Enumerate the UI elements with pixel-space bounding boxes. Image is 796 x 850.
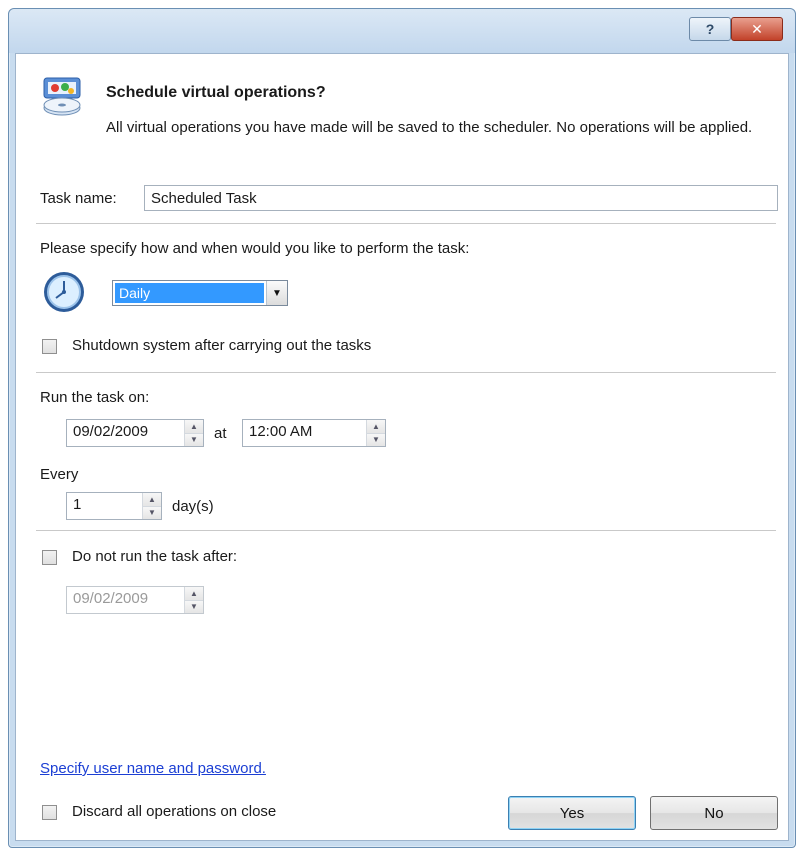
- spin-down-icon: ▼: [185, 599, 203, 613]
- specify-credentials-link[interactable]: Specify user name and password.: [40, 760, 266, 777]
- no-button[interactable]: No: [650, 796, 778, 830]
- shutdown-checkbox[interactable]: [42, 339, 57, 354]
- run-time-spin-buttons[interactable]: ▲ ▼: [366, 420, 385, 446]
- separator: [36, 530, 776, 532]
- do-not-run-after-checkbox[interactable]: [42, 550, 57, 565]
- end-date-value: 09/02/2009: [73, 590, 149, 607]
- yes-button[interactable]: Yes: [508, 796, 636, 830]
- spin-up-icon[interactable]: ▲: [367, 420, 385, 433]
- end-date-spin-buttons: ▲ ▼: [184, 587, 203, 613]
- days-unit-label: day(s): [172, 498, 214, 515]
- do-not-run-after-label: Do not run the task after:: [72, 548, 238, 565]
- spin-up-icon[interactable]: ▲: [185, 420, 203, 433]
- task-name-label: Task name:: [40, 190, 117, 207]
- run-date-value: 09/02/2009: [73, 423, 149, 440]
- every-days-value: 1: [73, 496, 82, 513]
- spin-down-icon[interactable]: ▼: [185, 432, 203, 446]
- clock-icon: [44, 272, 84, 312]
- task-name-input[interactable]: [144, 185, 778, 211]
- discard-operations-label: Discard all operations on close: [72, 803, 277, 820]
- dialog-description: All virtual operations you have made wil…: [106, 119, 753, 136]
- separator: [36, 372, 776, 374]
- every-days-stepper[interactable]: 1 ▲ ▼: [66, 492, 162, 520]
- spin-up-icon[interactable]: ▲: [143, 493, 161, 506]
- frequency-select[interactable]: Daily ▼: [112, 280, 288, 306]
- schedule-prompt: Please specify how and when would you li…: [40, 240, 470, 257]
- dialog-title: Schedule virtual operations?: [106, 84, 326, 101]
- title-bar[interactable]: ? ✕: [9, 9, 795, 53]
- close-button[interactable]: ✕: [731, 17, 783, 41]
- discard-operations-checkbox[interactable]: [42, 805, 57, 820]
- every-days-spin-buttons[interactable]: ▲ ▼: [142, 493, 161, 519]
- shutdown-label: Shutdown system after carrying out the t…: [72, 337, 372, 354]
- spin-down-icon[interactable]: ▼: [367, 432, 385, 446]
- spin-up-icon: ▲: [185, 587, 203, 600]
- dialog-content: Schedule virtual operations? All virtual…: [15, 53, 789, 841]
- end-date-stepper: 09/02/2009 ▲ ▼: [66, 586, 204, 614]
- every-label: Every: [40, 466, 79, 483]
- run-time-stepper[interactable]: 12:00 AM ▲ ▼: [242, 419, 386, 447]
- run-date-stepper[interactable]: 09/02/2009 ▲ ▼: [66, 419, 204, 447]
- schedule-disk-icon: [43, 77, 81, 116]
- run-date-spin-buttons[interactable]: ▲ ▼: [184, 420, 203, 446]
- at-label: at: [214, 425, 227, 442]
- chevron-down-icon[interactable]: ▼: [266, 281, 287, 305]
- schedule-dialog-window: ? ✕ Schedule virtual operations? All vir…: [8, 8, 796, 848]
- run-task-on-label: Run the task on:: [40, 389, 150, 406]
- help-button[interactable]: ?: [689, 17, 731, 41]
- spin-down-icon[interactable]: ▼: [143, 505, 161, 519]
- run-time-value: 12:00 AM: [249, 423, 313, 440]
- frequency-selected-value: Daily: [115, 283, 264, 303]
- separator: [36, 223, 776, 225]
